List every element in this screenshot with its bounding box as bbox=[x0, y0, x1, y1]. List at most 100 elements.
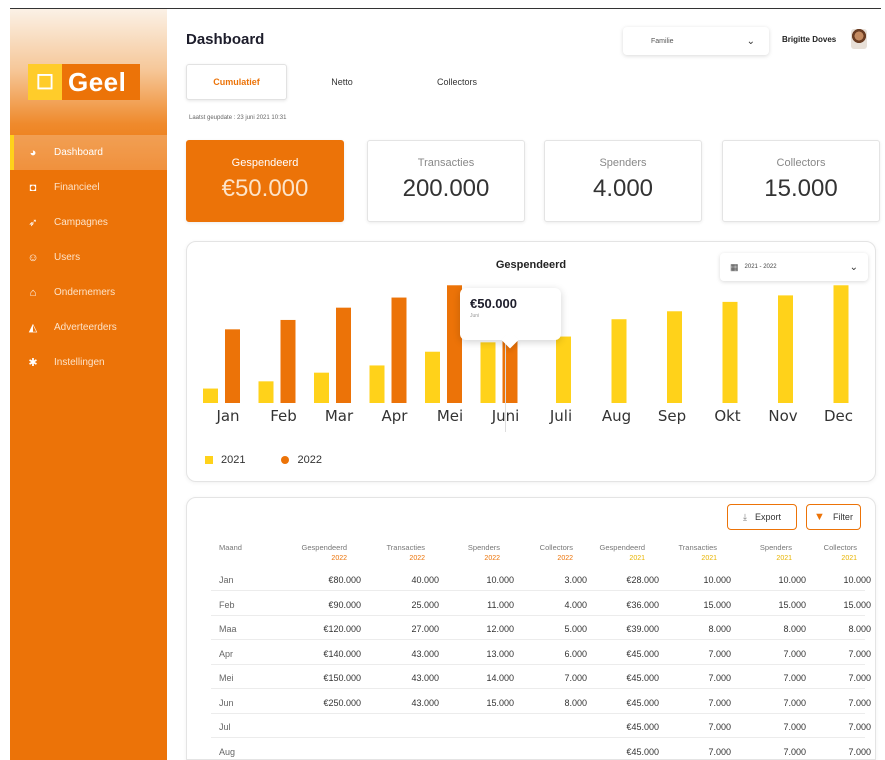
column-header[interactable]: Collectors 2021 bbox=[824, 543, 857, 562]
legend-item-2022[interactable]: 2022 bbox=[281, 454, 322, 466]
sidebar-item-financieel[interactable]: ◘ Financieel bbox=[10, 170, 167, 205]
table-cell: €150.000 bbox=[323, 673, 361, 683]
bar-2022-mar[interactable] bbox=[336, 307, 351, 403]
sidebar-item-adverteerders[interactable]: ◭ Adverteerders bbox=[10, 310, 167, 345]
table-row[interactable]: Feb €90.000 25.000 11.000 4.000 €36.000 15.000… bbox=[211, 592, 871, 616]
sidebar-item-ondernemers[interactable]: ⌂ Ondernemers bbox=[10, 275, 167, 310]
table-cell: 8.000 bbox=[783, 624, 806, 634]
family-select-value: Familie bbox=[651, 37, 674, 45]
column-header[interactable]: Collectors 2022 bbox=[540, 543, 573, 562]
kpi-value: 4.000 bbox=[592, 175, 654, 202]
bar-2021-okt[interactable] bbox=[722, 301, 738, 403]
table-row[interactable]: Jan €80.000 40.000 10.000 3.000 €28.000 10.000… bbox=[211, 567, 871, 591]
column-year: 2021 bbox=[701, 555, 717, 562]
column-label: Spenders bbox=[759, 543, 792, 552]
x-tick-label: Sep bbox=[658, 407, 686, 425]
kpi-card-transacties[interactable]: Transacties 200.000 bbox=[367, 140, 525, 222]
table-cell: 15.000 bbox=[486, 697, 514, 708]
sidebar-item-instellingen[interactable]: ✱ Instellingen bbox=[10, 345, 167, 380]
avatar[interactable] bbox=[851, 29, 867, 49]
table-cell: 15.000 bbox=[703, 599, 731, 610]
bar-2021-feb[interactable] bbox=[258, 381, 274, 403]
export-button[interactable]: ⤓ Export bbox=[727, 504, 797, 530]
export-label: Export bbox=[754, 512, 781, 522]
tab-collectors[interactable]: Collectors bbox=[397, 64, 517, 100]
table-row[interactable]: Jul €45.000 7.000 7.000 7.000 bbox=[211, 714, 871, 738]
sidebar-item-label: Dashboard bbox=[54, 147, 103, 158]
column-year: 2022 bbox=[409, 555, 425, 562]
column-year: 2021 bbox=[776, 555, 792, 562]
kpi-card-collectors[interactable]: Collectors 15.000 bbox=[722, 140, 880, 222]
table-cell: €45.000 bbox=[626, 722, 659, 732]
sidebar-item-users[interactable]: ☺ Users bbox=[10, 240, 167, 275]
sidebar-item-label: Ondernemers bbox=[54, 287, 116, 298]
tab-cumulatief[interactable]: Cumulatief bbox=[186, 64, 287, 100]
column-year: 2022 bbox=[557, 555, 573, 562]
filter-label: Filter bbox=[832, 512, 853, 522]
table-cell: €45.000 bbox=[626, 673, 659, 683]
table-row[interactable]: Maa €120.000 27.000 12.000 5.000 €39.000 8.000… bbox=[211, 616, 871, 640]
gear-icon: ✱ bbox=[28, 357, 38, 369]
bar-2022-jan[interactable] bbox=[225, 329, 240, 403]
table-cell: 7.000 bbox=[848, 648, 871, 659]
column-header[interactable]: Transacties 2022 bbox=[387, 543, 426, 562]
bar-2021-juni[interactable] bbox=[480, 342, 496, 403]
sidebar-item-campagnes[interactable]: ➶ Campagnes bbox=[10, 205, 167, 240]
table-cell: €250.000 bbox=[323, 697, 361, 708]
brand-name: Geel bbox=[68, 66, 127, 97]
family-select[interactable]: Familie ⌄ bbox=[623, 27, 769, 55]
column-header[interactable]: Spenders 2021 bbox=[760, 543, 792, 562]
kpi-card-gespendeerd[interactable]: Gespendeerd €50.000 bbox=[186, 140, 344, 222]
bar-2021-apr[interactable] bbox=[369, 365, 385, 403]
kpi-card-spenders[interactable]: Spenders 4.000 bbox=[544, 140, 702, 222]
bar-2021-nov[interactable] bbox=[778, 295, 793, 403]
bar-2022-juni[interactable] bbox=[502, 339, 518, 403]
table-cell: 4.000 bbox=[564, 599, 587, 610]
tab-netto[interactable]: Netto bbox=[287, 64, 397, 100]
bar-2021-aug[interactable] bbox=[611, 319, 627, 403]
bar-2021-jan[interactable] bbox=[203, 388, 218, 403]
table-cell: €80.000 bbox=[328, 575, 361, 585]
bar-2021-mei[interactable] bbox=[425, 351, 440, 403]
column-label: Gespendeerd bbox=[301, 543, 347, 552]
tooltip-month: Juni bbox=[470, 313, 480, 319]
table-cell: 10.000 bbox=[843, 575, 871, 585]
x-tick-label: Feb bbox=[270, 407, 297, 425]
table-cell: 7.000 bbox=[848, 722, 871, 732]
column-year: 2021 bbox=[841, 555, 857, 562]
bar-2022-feb[interactable] bbox=[280, 319, 296, 403]
chart-card: Gespendeerd ▦ 2021 - 2022 ⌄ Jan Feb Mar Apr… bbox=[186, 241, 876, 482]
bar-2021-dec[interactable] bbox=[833, 285, 849, 403]
bar-2021-mar[interactable] bbox=[314, 372, 329, 403]
kpi-label: Gespendeerd bbox=[231, 157, 299, 169]
table-row[interactable]: Aug €45.000 7.000 7.000 7.000 bbox=[211, 739, 871, 760]
column-header[interactable]: Maand bbox=[219, 543, 242, 555]
bar-2022-apr[interactable] bbox=[391, 297, 407, 403]
brand-logo[interactable]: ☐ Geel bbox=[28, 64, 140, 100]
table-cell: €28.000 bbox=[626, 575, 659, 585]
column-label: Maand bbox=[219, 543, 242, 552]
column-header[interactable]: Gespendeerd 2021 bbox=[600, 543, 645, 562]
filter-button[interactable]: ▼ Filter bbox=[806, 504, 861, 530]
column-header[interactable]: Gespendeerd 2022 bbox=[302, 543, 347, 562]
column-header[interactable]: Transacties 2021 bbox=[679, 543, 718, 562]
legend-swatch-2022 bbox=[281, 456, 290, 464]
user-name[interactable]: Brigitte Doves bbox=[782, 35, 836, 44]
column-header[interactable]: Spenders 2022 bbox=[468, 543, 500, 562]
legend-label-2022: 2022 bbox=[297, 454, 322, 466]
table-cell: 8.000 bbox=[848, 624, 871, 634]
table-row[interactable]: Jun €250.000 43.000 15.000 8.000 €45.000 7.000… bbox=[211, 690, 871, 714]
legend-item-2021[interactable]: 2021 bbox=[205, 454, 245, 466]
table-row[interactable]: Apr €140.000 43.000 13.000 6.000 €45.000 7.000… bbox=[211, 641, 871, 665]
sidebar-item-dashboard[interactable]: ◕ Dashboard bbox=[10, 135, 167, 170]
sidebar: ☐ Geel ◕ Dashboard ◘ Financieel ➶ Campagnes ☺ U… bbox=[10, 9, 167, 760]
table-row[interactable]: Mei €150.000 43.000 14.000 7.000 €45.000 7.000… bbox=[211, 665, 871, 689]
bar-2021-sep[interactable] bbox=[667, 311, 682, 403]
table-cell: 10.000 bbox=[703, 575, 731, 585]
rocket-icon: ➶ bbox=[28, 217, 38, 229]
x-tick-label: Jan bbox=[215, 407, 239, 425]
table-cell: 6.000 bbox=[564, 648, 587, 659]
bar-2021-juli[interactable] bbox=[556, 336, 571, 403]
table-cell: 7.000 bbox=[848, 746, 871, 757]
row-month: Jan bbox=[219, 575, 234, 585]
